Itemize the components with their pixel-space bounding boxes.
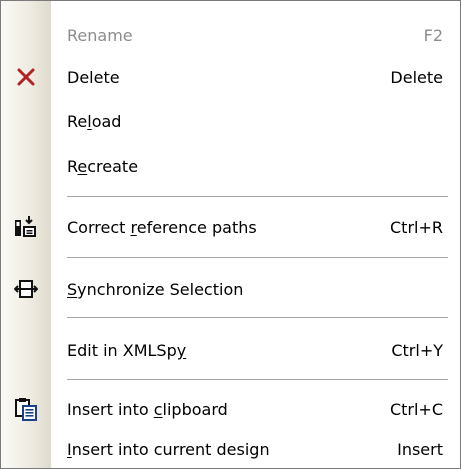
- clipboard-icon: [5, 389, 47, 429]
- menu-item-label: Insert into current design: [67, 439, 270, 459]
- menu-item-insert-into-clipboard[interactable]: Insert into clipboard Ctrl+C: [1, 389, 460, 429]
- menu-item-shortcut: Ctrl+R: [390, 217, 443, 237]
- menu-item-label: Rename: [67, 25, 133, 45]
- menu-item-label: Insert into clipboard: [67, 399, 228, 419]
- menu-item-correct-reference-paths[interactable]: Correct reference paths Ctrl+R: [1, 207, 460, 247]
- synchronize-icon: [5, 269, 47, 309]
- menu-item-label: Reload: [67, 111, 122, 131]
- menu-item-shortcut: Delete: [390, 67, 443, 87]
- menu-item-label: Edit in XMLSpy: [67, 340, 187, 360]
- menu-item-delete[interactable]: Delete Delete: [1, 57, 460, 97]
- menu-separator: [67, 257, 448, 259]
- menu-item-label: Synchronize Selection: [67, 279, 244, 299]
- menu-item-shortcut: F2: [423, 25, 443, 45]
- menu-separator: [67, 317, 448, 319]
- context-menu: Rename F2 Delete Delete Reload Recreate: [0, 0, 461, 469]
- menu-item-shortcut: Ctrl+Y: [391, 340, 443, 360]
- menu-item-rename: Rename F2: [1, 15, 460, 55]
- menu-separator: [67, 196, 448, 198]
- menu-item-label: Recreate: [67, 156, 139, 176]
- menu-item-synchronize-selection[interactable]: Synchronize Selection: [1, 269, 460, 309]
- menu-item-label: Delete: [67, 67, 120, 87]
- menu-item-label: Correct reference paths: [67, 217, 257, 237]
- menu-item-insert-into-current-design[interactable]: Insert into current design Insert: [1, 429, 460, 469]
- menu-item-recreate[interactable]: Recreate: [1, 146, 460, 186]
- menu-item-shortcut: Ctrl+C: [389, 399, 443, 419]
- delete-x-icon: [5, 57, 47, 97]
- menu-item-shortcut: Insert: [397, 439, 443, 459]
- correct-paths-icon: [5, 207, 47, 247]
- menu-separator: [67, 379, 448, 381]
- menu-item-reload[interactable]: Reload: [1, 101, 460, 141]
- menu-item-edit-in-xmlspy[interactable]: Edit in XMLSpy Ctrl+Y: [1, 330, 460, 370]
